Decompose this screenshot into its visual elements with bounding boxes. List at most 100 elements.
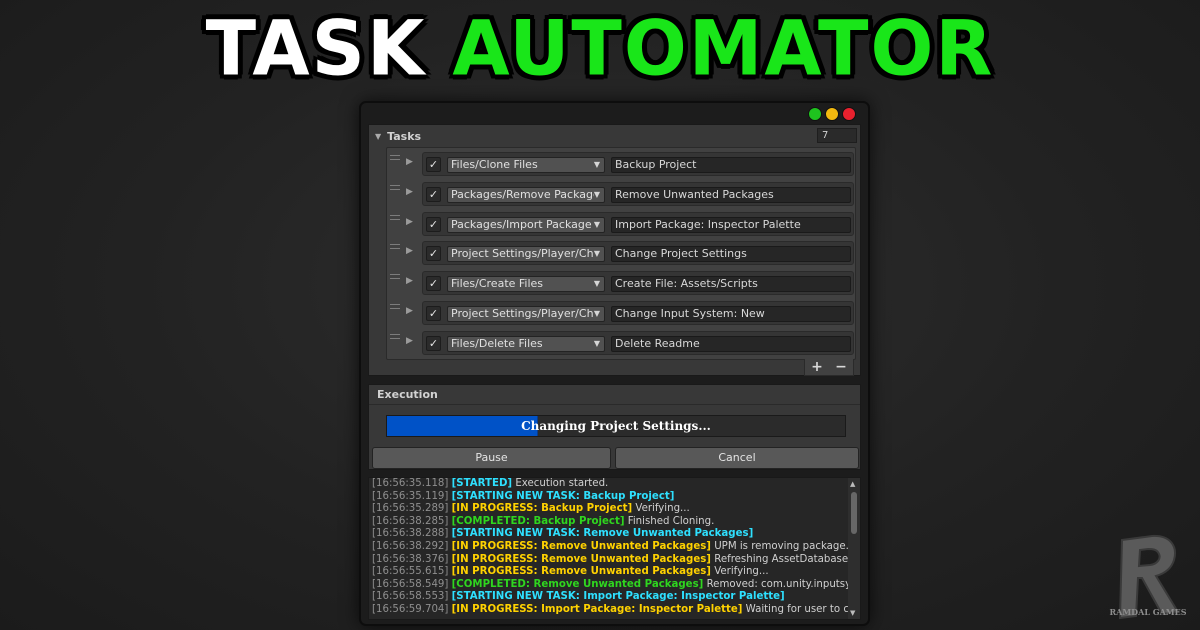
task-type-label: Project Settings/Player/Chan — [451, 247, 594, 261]
log-tag: [IN PROGRESS: Backup Project] — [451, 503, 633, 515]
task-enabled-checkbox[interactable]: ✓ — [426, 276, 441, 292]
task-type-dropdown[interactable]: Files/Create Files ▼ — [447, 276, 605, 293]
expand-arrow-icon[interactable]: ▶ — [406, 336, 413, 346]
expand-arrow-icon[interactable]: ▶ — [406, 246, 413, 256]
log-line: [16:56:35.118] [STARTED] Execution start… — [369, 478, 860, 491]
task-name-field[interactable]: Backup Project — [611, 157, 851, 173]
remove-task-button[interactable]: − — [835, 359, 847, 375]
log-message: Finished Cloning. — [627, 515, 715, 527]
drag-handle-icon[interactable] — [390, 304, 400, 309]
task-name-field[interactable]: Delete Readme — [611, 335, 851, 352]
log-lines: [16:56:35.118] [STARTED] Execution start… — [369, 478, 860, 617]
expand-arrow-icon[interactable]: ▶ — [406, 187, 413, 197]
log-tag: [COMPLETED: Remove Unwanted Packages] — [451, 578, 704, 590]
task-enabled-checkbox[interactable]: ✓ — [426, 306, 441, 321]
task-row-body: ✓ Files/Delete Files ▼ Delete Readme — [422, 330, 854, 355]
log-tag: [STARTING NEW TASK: Import Package: Insp… — [451, 591, 785, 603]
log-message: Execution started. — [515, 478, 609, 489]
task-type-label: Files/Delete Files — [451, 336, 543, 350]
log-tag: [STARTING NEW TASK: Backup Project] — [451, 490, 675, 502]
task-row-body: ✓ Files/Create Files ▼ Create File: Assets/… — [422, 271, 854, 296]
task-automator-window: ▼ Tasks 7 ▶ ✓ Files/Clone Files ▼ Backup Pro… — [359, 101, 870, 626]
page-title: TASK AUTOMATOR — [0, 5, 1200, 93]
title-word-automator: AUTOMATOR — [452, 5, 995, 93]
tasks-count-field[interactable]: 7 — [817, 128, 857, 143]
drag-handle-icon[interactable] — [390, 333, 400, 339]
log-message: UPM is removing package... — [714, 540, 856, 552]
task-row: ▶ ✓ Files/Delete Files ▼ Delete Readme — [387, 328, 855, 358]
log-timestamp: [16:56:35.289] — [372, 503, 449, 515]
drag-handle-icon[interactable] — [390, 244, 400, 250]
scroll-up-icon[interactable]: ▲ — [850, 480, 855, 488]
window-control-yellow[interactable] — [825, 107, 839, 121]
task-enabled-checkbox[interactable]: ✓ — [426, 157, 441, 172]
log-line: [16:56:59.704] [IN PROGRESS: Import Pack… — [369, 604, 860, 617]
task-enabled-checkbox[interactable]: ✓ — [426, 335, 441, 351]
log-message: Verifying... — [635, 503, 690, 515]
chevron-down-icon: ▼ — [593, 279, 600, 289]
expand-arrow-icon[interactable]: ▶ — [406, 276, 413, 286]
log-line: [16:56:38.288] [STARTING NEW TASK: Remov… — [369, 528, 860, 541]
task-type-dropdown[interactable]: Project Settings/Player/Chan ▼ — [447, 246, 605, 263]
console-scrollbar[interactable]: ▲ ▼ — [848, 478, 860, 619]
chevron-down-icon: ▼ — [593, 189, 600, 199]
list-add-remove: + − — [804, 359, 854, 376]
log-line: [16:56:35.289] [IN PROGRESS: Backup Proj… — [369, 503, 860, 516]
task-type-label: Project Settings/Player/Chan — [451, 307, 594, 320]
log-tag: [IN PROGRESS: Remove Unwanted Packages] — [451, 566, 711, 578]
task-name-field[interactable]: Remove Unwanted Packages — [611, 186, 851, 203]
task-enabled-checkbox[interactable]: ✓ — [426, 246, 441, 262]
add-task-button[interactable]: + — [811, 359, 823, 375]
log-line: [16:56:38.285] [COMPLETED: Backup Projec… — [369, 516, 860, 529]
task-type-dropdown[interactable]: Files/Clone Files ▼ — [447, 157, 605, 173]
task-type-dropdown[interactable]: Files/Delete Files ▼ — [447, 335, 605, 352]
cancel-button[interactable]: Cancel — [615, 447, 859, 469]
task-row-body: ✓ Packages/Import Package ▼ Import Package:… — [422, 211, 854, 236]
tasks-panel: ▼ Tasks 7 ▶ ✓ Files/Clone Files ▼ Backup Pro… — [368, 124, 861, 376]
log-message: Removed: com.unity.inputsystem — [706, 578, 861, 590]
log-message: Waiting for user to confirm — [745, 603, 860, 615]
log-line: [16:56:38.376] [IN PROGRESS: Remove Unwa… — [369, 554, 860, 567]
drag-handle-icon[interactable] — [390, 214, 400, 220]
expand-arrow-icon[interactable]: ▶ — [406, 157, 413, 167]
chevron-down-icon: ▼ — [593, 309, 600, 318]
log-timestamp: [16:56:58.553] — [372, 591, 449, 603]
progress-text: Changing Project Settings... — [521, 419, 711, 433]
window-control-red[interactable] — [842, 107, 856, 121]
tasks-foldout[interactable]: ▼ Tasks — [369, 125, 860, 147]
task-row-body: ✓ Files/Clone Files ▼ Backup Project — [422, 152, 854, 176]
task-type-dropdown[interactable]: Packages/Import Package ▼ — [447, 216, 605, 233]
expand-arrow-icon[interactable]: ▶ — [406, 217, 413, 227]
chevron-down-icon: ▼ — [593, 160, 600, 169]
log-tag: [STARTED] — [451, 478, 513, 489]
task-enabled-checkbox[interactable]: ✓ — [426, 216, 441, 232]
window-control-green[interactable] — [808, 107, 822, 121]
task-type-dropdown[interactable]: Packages/Remove Package ▼ — [447, 186, 605, 203]
drag-handle-icon[interactable] — [390, 274, 400, 280]
task-name-field[interactable]: Change Input System: New — [611, 306, 851, 322]
log-message: Verifying... — [714, 566, 769, 578]
scroll-down-icon[interactable]: ▼ — [850, 609, 855, 617]
window-controls — [808, 107, 856, 121]
chevron-down-icon: ▼ — [593, 249, 600, 259]
scroll-thumb[interactable] — [851, 492, 857, 534]
drag-handle-icon[interactable] — [390, 184, 400, 190]
task-name-field[interactable]: Change Project Settings — [611, 246, 851, 263]
log-line: [16:56:35.119] [STARTING NEW TASK: Backu… — [369, 491, 860, 504]
log-console[interactable]: [16:56:35.118] [STARTED] Execution start… — [368, 477, 861, 620]
task-name-field[interactable]: Import Package: Inspector Palette — [611, 216, 851, 233]
task-list: ▶ ✓ Files/Clone Files ▼ Backup Project ▶ ✓ Pack… — [386, 147, 856, 360]
task-enabled-checkbox[interactable]: ✓ — [426, 186, 441, 202]
drag-handle-icon[interactable] — [390, 155, 400, 160]
task-name-field[interactable]: Create File: Assets/Scripts — [611, 276, 851, 293]
log-timestamp: [16:56:35.119] — [372, 490, 449, 502]
task-type-dropdown[interactable]: Project Settings/Player/Chan ▼ — [447, 306, 605, 322]
pause-button[interactable]: Pause — [372, 447, 611, 469]
execution-panel: Execution Changing Project Settings... P… — [368, 384, 861, 470]
task-row: ▶ ✓ Files/Create Files ▼ Create File: Assets… — [387, 268, 855, 298]
chevron-down-icon: ▼ — [593, 219, 600, 229]
task-row: ▶ ✓ Project Settings/Player/Chan ▼ Change In… — [387, 298, 855, 328]
log-tag: [STARTING NEW TASK: Remove Unwanted Pack… — [451, 528, 754, 540]
title-word-task: TASK — [205, 5, 427, 93]
expand-arrow-icon[interactable]: ▶ — [406, 306, 413, 316]
